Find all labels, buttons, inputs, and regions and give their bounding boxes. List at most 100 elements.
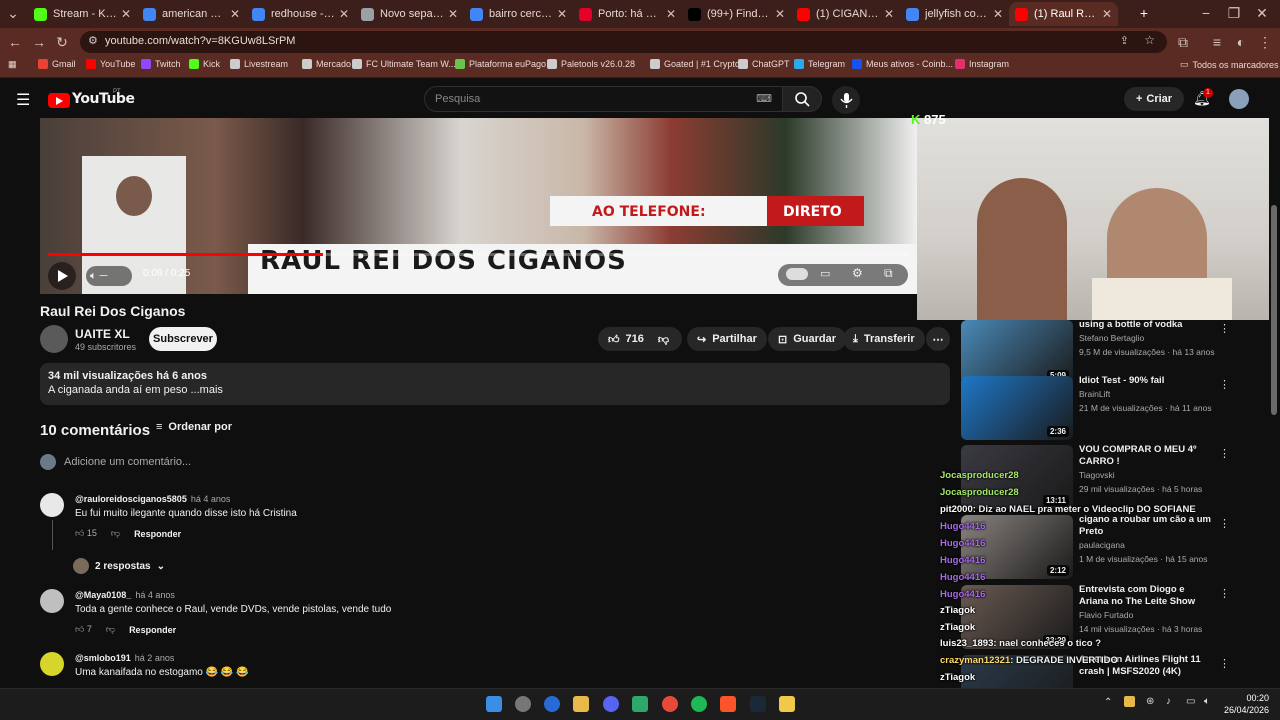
download-button[interactable]: ⤓ Transferir xyxy=(843,327,925,351)
browser-tab[interactable]: Novo separador ✕ xyxy=(355,2,464,26)
comment-author[interactable]: @rauloreidosciganos5805 xyxy=(75,494,187,504)
chrome-icon[interactable] xyxy=(662,696,678,712)
back-button[interactable]: ← xyxy=(6,33,24,51)
bookmark-item[interactable]: Meus ativos - Coinb... xyxy=(852,59,953,69)
search-button[interactable] xyxy=(782,86,822,112)
bookmark-item[interactable]: Mercado xyxy=(302,59,351,69)
bookmark-item[interactable]: ChatGPT xyxy=(738,59,790,69)
tab-close-icon[interactable]: ✕ xyxy=(339,7,349,21)
voice-search-button[interactable] xyxy=(832,86,860,114)
show-replies-button[interactable]: 2 respostas ⌄ xyxy=(73,558,165,574)
tab-close-icon[interactable]: ✕ xyxy=(993,7,1003,21)
youtube-logo-icon[interactable] xyxy=(48,93,70,108)
bookmark-item[interactable]: YouTube xyxy=(86,59,135,69)
profile-icon[interactable]: ◐ xyxy=(1232,33,1250,51)
bookmark-item[interactable]: Kick xyxy=(189,59,220,69)
spotify-icon[interactable] xyxy=(691,696,707,712)
comment-avatar[interactable] xyxy=(40,652,64,676)
more-vert-icon[interactable]: ⋮ xyxy=(1219,378,1230,391)
tab-close-icon[interactable]: ✕ xyxy=(448,7,458,21)
bookmark-star-icon[interactable]: ☆ xyxy=(1144,33,1155,47)
more-vert-icon[interactable]: ⋮ xyxy=(1219,322,1230,335)
tray-app-icon[interactable] xyxy=(1124,696,1135,707)
share-button[interactable]: ↪ Partilhar xyxy=(687,327,767,351)
more-vert-icon[interactable]: ⋮ xyxy=(1219,517,1230,530)
settings-gear-icon[interactable]: ⚙ xyxy=(852,266,863,280)
discord-icon[interactable] xyxy=(603,696,619,712)
description-box[interactable]: 34 mil visualizações há 6 anos A ciganad… xyxy=(40,363,950,405)
comment-like-button[interactable]: 👍︎ 7 xyxy=(75,624,92,635)
bookmark-item[interactable]: Livestream xyxy=(230,59,288,69)
tab-close-icon[interactable]: ✕ xyxy=(666,7,676,21)
more-vert-icon[interactable]: ⋮ xyxy=(1219,587,1230,600)
app-icon[interactable] xyxy=(632,696,648,712)
browser-tab[interactable]: (1) CIGANOS EM ✕ xyxy=(791,2,900,26)
browser-tab[interactable]: bairro cerco - Pes ✕ xyxy=(464,2,573,26)
tab-close-icon[interactable]: ✕ xyxy=(1102,7,1112,21)
page-scrollbar[interactable] xyxy=(1271,205,1277,415)
video-progress-bar[interactable] xyxy=(48,253,908,256)
tray-chevron-icon[interactable]: ⌃ xyxy=(1104,697,1112,708)
reload-button[interactable]: ↻ xyxy=(53,33,71,51)
all-bookmarks-folder[interactable]: ▭ Todos os marcadores xyxy=(1180,59,1279,70)
comment-reply-button[interactable]: Responder xyxy=(129,625,176,635)
keyboard-icon[interactable]: ⌨ xyxy=(756,92,772,105)
dislike-button[interactable]: 👎︎ xyxy=(658,333,669,346)
subtitles-icon[interactable]: ▭ xyxy=(820,267,830,280)
subscribe-button[interactable]: Subscrever xyxy=(149,327,217,351)
more-vert-icon[interactable]: ⋮ xyxy=(1219,657,1230,670)
browser-tab[interactable]: american bully - F ✕ xyxy=(137,2,246,26)
save-button[interactable]: ⊡ Guardar xyxy=(768,327,847,351)
media-icon[interactable]: ≡ xyxy=(1208,33,1226,51)
install-icon[interactable]: ⇪ xyxy=(1120,34,1129,47)
browser-tab[interactable]: redhouse - Pesqu ✕ xyxy=(246,2,355,26)
tab-close-icon[interactable]: ✕ xyxy=(121,7,131,21)
autoplay-toggle[interactable] xyxy=(786,268,808,280)
bookmark-item[interactable]: Instagram xyxy=(955,59,1009,69)
sort-comments-button[interactable]: ≡ Ordenar por xyxy=(156,421,232,433)
bookmark-item[interactable]: Telegram xyxy=(794,59,845,69)
search-input[interactable]: Pesquisa ⌨ xyxy=(424,86,783,112)
comment-dislike-button[interactable]: 👎︎ xyxy=(111,528,120,539)
new-tab-button[interactable]: + xyxy=(1135,4,1153,22)
steam-icon[interactable] xyxy=(750,696,766,712)
file-explorer-icon[interactable] xyxy=(573,696,589,712)
tab-close-icon[interactable]: ✕ xyxy=(557,7,567,21)
bookmark-item[interactable]: FC Ultimate Team W... xyxy=(352,59,456,69)
bookmark-item[interactable]: Plataforma euPago xyxy=(455,59,546,69)
omnibox[interactable]: ⚙ youtube.com/watch?v=8KGUw8LSrPM ⇪ ☆ xyxy=(80,31,1167,53)
network-icon[interactable]: ▭ xyxy=(1186,696,1195,707)
tab-close-icon[interactable]: ✕ xyxy=(884,7,894,21)
hamburger-menu-icon[interactable]: ☰ xyxy=(16,90,30,110)
volume-tray-icon[interactable]: 🔈︎ xyxy=(1204,696,1210,707)
add-comment-input[interactable]: Adicione um comentário... xyxy=(40,454,191,470)
video-thumbnail[interactable]: 5:09 xyxy=(961,320,1073,384)
create-button[interactable]: + Criar xyxy=(1124,87,1184,111)
tray-icon[interactable]: ⊛ xyxy=(1146,696,1154,707)
comment-like-button[interactable]: 👍︎ 15 xyxy=(75,528,97,539)
start-button-icon[interactable] xyxy=(486,696,502,712)
youtube-logo-text[interactable]: YouTube xyxy=(72,91,135,107)
minimize-button[interactable]: − xyxy=(1197,4,1215,22)
browser-tab[interactable]: (1) Raul Rei D ✕ xyxy=(1009,2,1118,26)
extensions-icon[interactable]: ⧉ xyxy=(1174,33,1192,51)
browser-menu-icon[interactable]: ⋮ xyxy=(1256,33,1274,51)
maximize-button[interactable]: ❐ xyxy=(1225,4,1243,22)
recommended-video[interactable]: 2:36 Idiot Test - 90% fail BrainLift 21 M d… xyxy=(961,375,1230,440)
video-thumbnail[interactable]: 2:36 xyxy=(961,376,1073,440)
bookmark-item[interactable]: Gmail xyxy=(38,59,76,69)
search-taskbar-icon[interactable] xyxy=(515,696,531,712)
edge-browser-icon[interactable] xyxy=(544,696,560,712)
close-window-button[interactable]: ✕ xyxy=(1253,4,1271,22)
miniplayer-icon[interactable]: ⧉ xyxy=(884,266,893,281)
comment-reply-button[interactable]: Responder xyxy=(134,529,181,539)
channel-name[interactable]: UAITE XL xyxy=(75,327,130,341)
comment-author[interactable]: @smlobo191 xyxy=(75,653,131,663)
bookmark-item[interactable]: Goated | #1 Crypto... xyxy=(650,59,747,69)
tab-close-icon[interactable]: ✕ xyxy=(230,7,240,21)
like-button[interactable]: 👍︎ 716 xyxy=(608,333,644,346)
more-actions-button[interactable]: ⋯ xyxy=(926,327,950,351)
account-avatar[interactable] xyxy=(1229,89,1249,109)
comment-dislike-button[interactable]: 👎︎ xyxy=(106,624,115,635)
play-button[interactable] xyxy=(48,262,76,290)
